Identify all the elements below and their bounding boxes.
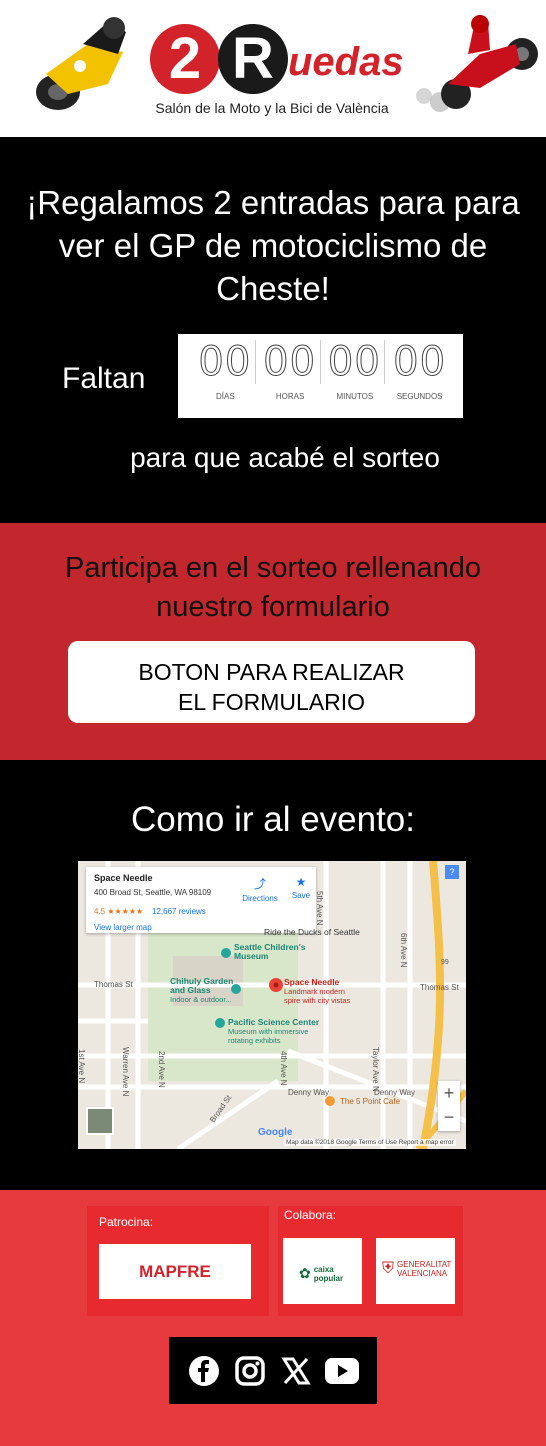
zoom-out-button[interactable]: − <box>438 1105 460 1129</box>
timer-minutes: 00 MINUTOS <box>325 340 386 418</box>
giveaway-headline: ¡Regalamos 2 entradas para para ver el G… <box>26 184 520 307</box>
poi-text: spire with city vistas <box>284 996 351 1005</box>
social-links <box>169 1337 377 1404</box>
satellite-toggle[interactable] <box>86 1107 114 1135</box>
mapfre-logo-text: MAPFRE <box>139 1262 211 1281</box>
poi-text: Space Needle <box>284 977 340 987</box>
form-button-line1: BOTON PARA REALIZAR <box>138 659 405 685</box>
poi-text: Landmark modern <box>284 987 345 996</box>
map-label-street: 2nd Ave N <box>157 1051 166 1088</box>
facebook-icon[interactable] <box>187 1354 221 1388</box>
gv-text: GENERALITAT <box>397 1260 452 1269</box>
youtube-icon[interactable] <box>325 1354 359 1388</box>
mapfre-logo[interactable]: MAPFRE <box>99 1244 251 1299</box>
map-label-ride-ducks: Ride the Ducks of Seattle <box>264 927 360 937</box>
motorcycle-rider-right-image <box>416 15 538 112</box>
timer-seconds-label: SEGUNDOS <box>396 392 443 401</box>
zoom-controls: + − <box>438 1081 460 1131</box>
directions-icon: ⤴ <box>253 877 266 891</box>
x-icon[interactable] <box>279 1354 313 1388</box>
poi-text: and Glass <box>170 985 211 995</box>
collaborator-label: Colabora: <box>284 1208 337 1222</box>
map-label-street: Thomas St <box>420 983 459 992</box>
place-card: Space Needle 400 Broad St, Seattle, WA 9… <box>86 867 316 933</box>
countdown-prefix: Faltan <box>62 362 146 395</box>
map-label-street: 4th Ave N <box>279 1051 288 1086</box>
timer-days: 00 DÍAS <box>195 340 256 418</box>
countdown-section: ¡Regalamos 2 entradas para para ver el G… <box>0 137 546 523</box>
map-label-street: Warren Ave N <box>121 1047 130 1097</box>
save-button[interactable]: ★ Save <box>290 875 312 900</box>
map-label-street: 6th Ave N <box>399 933 408 968</box>
caixa-icon: ✿ <box>299 1265 311 1281</box>
countdown-timer: 00 DÍAS 00 HORAS 00 MINUTOS 00 SEGUNDOS <box>178 334 463 418</box>
countdown-suffix: para que acabé el sorteo <box>130 442 440 473</box>
generalitat-logo[interactable]: ⛨ GENERALITAT VALENCIANA <box>376 1238 455 1304</box>
map-poi-five-point: The 5 Point Cafe <box>340 1097 401 1106</box>
timer-hours-label: HORAS <box>275 392 305 401</box>
embedded-map[interactable]: Space Needle 400 Broad St, Seattle, WA 9… <box>78 861 466 1149</box>
logo-number: 2 <box>150 24 220 94</box>
timer-minutes-label: MINUTOS <box>336 392 374 401</box>
poi-text: Museum <box>234 951 269 961</box>
map-label-street: Denny Way <box>288 1088 330 1097</box>
participate-text: Participa en el sorteo rellenando nuestr… <box>65 552 481 623</box>
directions-section: Como ir al evento: Space Needle 400 Broa… <box>0 760 546 1190</box>
caixa-text: caixa <box>313 1265 334 1274</box>
poi-text: rotating exhibits <box>228 1036 281 1045</box>
save-label: Save <box>291 891 311 900</box>
timer-days-value: 00 <box>195 340 256 385</box>
sponsor-box: Patrocina: MAPFRE <box>87 1206 269 1316</box>
form-button[interactable]: BOTON PARA REALIZAR EL FORMULARIO <box>68 641 475 723</box>
form-button-line2: EL FORMULARIO <box>177 689 365 715</box>
map-label-street: Taylor Ave N <box>371 1047 380 1092</box>
coat-of-arms-icon: ⛨ <box>382 1260 395 1277</box>
star-icon: ★ <box>295 875 307 889</box>
view-larger-map-link[interactable]: View larger map <box>94 923 152 932</box>
gv-text: VALENCIANA <box>397 1269 448 1278</box>
poi-text: Pacific Science Center <box>228 1017 320 1027</box>
timer-hours-value: 00 <box>260 340 321 385</box>
map-route-shield: 99 <box>441 959 449 966</box>
map-poi-chihuly: Chihuly Garden and Glass Indoor & outdoo… <box>170 977 233 1005</box>
poi-text: Indoor & outdoor... <box>170 995 232 1004</box>
poi-text: Museum with immersive <box>228 1027 309 1036</box>
place-reviews-link[interactable]: 12,667 reviews <box>152 907 206 916</box>
timer-hours: 00 HORAS <box>260 340 321 418</box>
place-address: 400 Broad St, Seattle, WA 98109 <box>94 888 212 897</box>
participate-section: Participa en el sorteo rellenando nuestr… <box>0 523 546 760</box>
instagram-icon[interactable] <box>233 1354 267 1388</box>
map-poi-pacific-science: Pacific Science Center Museum with immer… <box>228 1017 320 1046</box>
caixa-popular-logo[interactable]: ✿ caixa popular <box>283 1238 362 1304</box>
timer-days-label: DÍAS <box>216 392 235 401</box>
sponsor-label: Patrocina: <box>99 1215 154 1229</box>
motorcycle-rider-left-image <box>36 17 126 110</box>
logo-letter: R <box>218 24 288 94</box>
map-label-street: Thomas St <box>94 980 133 989</box>
map-label-street: 5th Ave N <box>315 891 324 926</box>
zoom-in-button[interactable]: + <box>438 1081 460 1105</box>
directions-label: Directions <box>242 894 278 903</box>
help-icon[interactable]: ? <box>445 865 459 879</box>
map-poi-childrens-museum: Seattle Children's Museum <box>234 943 305 961</box>
sponsors-section: Patrocina: MAPFRE Colabora: ✿ caixa popu… <box>0 1190 546 1446</box>
timer-seconds: 00 SEGUNDOS <box>389 340 450 418</box>
site-header: 2 R uedas Salón de la Moto y la Bici de … <box>0 0 546 137</box>
place-name: Space Needle <box>94 873 153 883</box>
map-label-street: 1st Ave N <box>78 1049 86 1083</box>
map-label-street: Denny Way <box>374 1088 416 1097</box>
directions-button[interactable]: ⤴ Directions <box>238 875 282 903</box>
timer-minutes-value: 00 <box>325 340 386 385</box>
map-terms[interactable]: Map data ©2018 Google Terms of Use Repor… <box>284 1139 456 1146</box>
map-poi-space-needle: Space Needle Landmark modern spire with … <box>284 977 351 1006</box>
logo-subtitle: Salón de la Moto y la Bici de València <box>155 100 389 116</box>
directions-title: Como ir al evento: <box>130 800 416 839</box>
caixa-text: popular <box>313 1274 344 1283</box>
place-rating: 4.5 ★★★★★ <box>94 907 144 916</box>
collaborator-box: Colabora: ✿ caixa popular ⛨ GENERALITAT … <box>278 1206 463 1316</box>
logo-word: uedas <box>288 40 404 84</box>
google-logo: Google <box>258 1127 293 1138</box>
timer-seconds-value: 00 <box>393 339 447 385</box>
